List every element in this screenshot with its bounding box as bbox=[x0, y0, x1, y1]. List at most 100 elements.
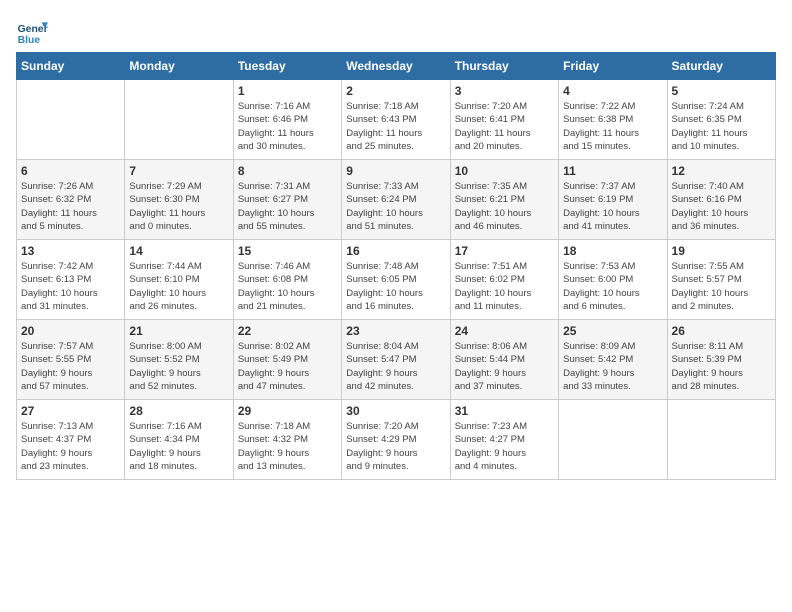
day-info: Sunrise: 7:55 AM Sunset: 5:57 PM Dayligh… bbox=[672, 260, 771, 313]
day-cell: 3 Sunrise: 7:20 AM Sunset: 6:41 PM Daylig… bbox=[450, 80, 558, 160]
day-number: 25 bbox=[563, 324, 662, 338]
day-info: Sunrise: 7:24 AM Sunset: 6:35 PM Dayligh… bbox=[672, 100, 771, 153]
day-number: 1 bbox=[238, 84, 337, 98]
day-number: 16 bbox=[346, 244, 445, 258]
page-header: General Blue bbox=[16, 16, 776, 48]
day-cell: 5 Sunrise: 7:24 AM Sunset: 6:35 PM Daylig… bbox=[667, 80, 775, 160]
week-row-5: 27Sunrise: 7:13 AM Sunset: 4:37 PM Dayli… bbox=[17, 400, 776, 480]
day-cell bbox=[667, 400, 775, 480]
day-header-monday: Monday bbox=[125, 53, 233, 80]
day-number: 3 bbox=[455, 84, 554, 98]
day-info: Sunrise: 8:06 AM Sunset: 5:44 PM Dayligh… bbox=[455, 340, 554, 393]
day-number: 21 bbox=[129, 324, 228, 338]
day-cell: 13 Sunrise: 7:42 AM Sunset: 6:13 PM Dayli… bbox=[17, 240, 125, 320]
svg-text:Blue: Blue bbox=[18, 35, 41, 46]
day-cell: 12Sunrise: 7:40 AM Sunset: 6:16 PM Dayli… bbox=[667, 160, 775, 240]
day-cell: 26 Sunrise: 8:11 AM Sunset: 5:39 PM Dayli… bbox=[667, 320, 775, 400]
day-cell: 6Sunrise: 7:26 AM Sunset: 6:32 PM Daylig… bbox=[17, 160, 125, 240]
day-header-tuesday: Tuesday bbox=[233, 53, 341, 80]
day-info: Sunrise: 7:16 AM Sunset: 6:46 PM Dayligh… bbox=[238, 100, 337, 153]
day-cell: 10Sunrise: 7:35 AM Sunset: 6:21 PM Dayli… bbox=[450, 160, 558, 240]
day-cell bbox=[17, 80, 125, 160]
day-cell: 4 Sunrise: 7:22 AM Sunset: 6:38 PM Daylig… bbox=[559, 80, 667, 160]
day-cell: 28 Sunrise: 7:16 AM Sunset: 4:34 PM Dayli… bbox=[125, 400, 233, 480]
day-cell: 27Sunrise: 7:13 AM Sunset: 4:37 PM Dayli… bbox=[17, 400, 125, 480]
day-number: 20 bbox=[21, 324, 120, 338]
day-number: 13 bbox=[21, 244, 120, 258]
day-cell: 24 Sunrise: 8:06 AM Sunset: 5:44 PM Dayli… bbox=[450, 320, 558, 400]
day-cell bbox=[559, 400, 667, 480]
day-info: Sunrise: 7:18 AM Sunset: 4:32 PM Dayligh… bbox=[238, 420, 337, 473]
day-cell: 23 Sunrise: 8:04 AM Sunset: 5:47 PM Dayli… bbox=[342, 320, 450, 400]
logo: General Blue bbox=[16, 16, 50, 48]
day-cell: 30 Sunrise: 7:20 AM Sunset: 4:29 PM Dayli… bbox=[342, 400, 450, 480]
day-number: 15 bbox=[238, 244, 337, 258]
day-cell: 15 Sunrise: 7:46 AM Sunset: 6:08 PM Dayli… bbox=[233, 240, 341, 320]
day-info: Sunrise: 8:00 AM Sunset: 5:52 PM Dayligh… bbox=[129, 340, 228, 393]
day-number: 31 bbox=[455, 404, 554, 418]
calendar-table: SundayMondayTuesdayWednesdayThursdayFrid… bbox=[16, 52, 776, 480]
day-info: Sunrise: 8:09 AM Sunset: 5:42 PM Dayligh… bbox=[563, 340, 662, 393]
day-number: 9 bbox=[346, 164, 445, 178]
day-number: 17 bbox=[455, 244, 554, 258]
day-cell: 29 Sunrise: 7:18 AM Sunset: 4:32 PM Dayli… bbox=[233, 400, 341, 480]
day-header-wednesday: Wednesday bbox=[342, 53, 450, 80]
day-info: Sunrise: 7:33 AM Sunset: 6:24 PM Dayligh… bbox=[346, 180, 445, 233]
day-cell bbox=[125, 80, 233, 160]
day-number: 12 bbox=[672, 164, 771, 178]
day-number: 23 bbox=[346, 324, 445, 338]
day-info: Sunrise: 7:26 AM Sunset: 6:32 PM Dayligh… bbox=[21, 180, 120, 233]
day-number: 22 bbox=[238, 324, 337, 338]
day-info: Sunrise: 7:44 AM Sunset: 6:10 PM Dayligh… bbox=[129, 260, 228, 313]
day-info: Sunrise: 7:42 AM Sunset: 6:13 PM Dayligh… bbox=[21, 260, 120, 313]
day-cell: 19 Sunrise: 7:55 AM Sunset: 5:57 PM Dayli… bbox=[667, 240, 775, 320]
day-info: Sunrise: 7:18 AM Sunset: 6:43 PM Dayligh… bbox=[346, 100, 445, 153]
day-info: Sunrise: 7:16 AM Sunset: 4:34 PM Dayligh… bbox=[129, 420, 228, 473]
day-number: 26 bbox=[672, 324, 771, 338]
day-info: Sunrise: 7:13 AM Sunset: 4:37 PM Dayligh… bbox=[21, 420, 120, 473]
day-number: 28 bbox=[129, 404, 228, 418]
day-number: 14 bbox=[129, 244, 228, 258]
day-cell: 8Sunrise: 7:31 AM Sunset: 6:27 PM Daylig… bbox=[233, 160, 341, 240]
day-number: 29 bbox=[238, 404, 337, 418]
calendar-header: SundayMondayTuesdayWednesdayThursdayFrid… bbox=[17, 53, 776, 80]
day-number: 2 bbox=[346, 84, 445, 98]
day-number: 24 bbox=[455, 324, 554, 338]
week-row-1: 1 Sunrise: 7:16 AM Sunset: 6:46 PM Daylig… bbox=[17, 80, 776, 160]
day-cell: 21 Sunrise: 8:00 AM Sunset: 5:52 PM Dayli… bbox=[125, 320, 233, 400]
day-info: Sunrise: 7:20 AM Sunset: 6:41 PM Dayligh… bbox=[455, 100, 554, 153]
day-cell: 17 Sunrise: 7:51 AM Sunset: 6:02 PM Dayli… bbox=[450, 240, 558, 320]
day-info: Sunrise: 7:37 AM Sunset: 6:19 PM Dayligh… bbox=[563, 180, 662, 233]
day-info: Sunrise: 8:04 AM Sunset: 5:47 PM Dayligh… bbox=[346, 340, 445, 393]
day-number: 10 bbox=[455, 164, 554, 178]
day-info: Sunrise: 7:22 AM Sunset: 6:38 PM Dayligh… bbox=[563, 100, 662, 153]
day-cell: 25 Sunrise: 8:09 AM Sunset: 5:42 PM Dayli… bbox=[559, 320, 667, 400]
day-number: 5 bbox=[672, 84, 771, 98]
day-number: 11 bbox=[563, 164, 662, 178]
week-row-3: 13 Sunrise: 7:42 AM Sunset: 6:13 PM Dayli… bbox=[17, 240, 776, 320]
day-cell: 14 Sunrise: 7:44 AM Sunset: 6:10 PM Dayli… bbox=[125, 240, 233, 320]
day-number: 8 bbox=[238, 164, 337, 178]
day-info: Sunrise: 7:20 AM Sunset: 4:29 PM Dayligh… bbox=[346, 420, 445, 473]
day-cell: 22 Sunrise: 8:02 AM Sunset: 5:49 PM Dayli… bbox=[233, 320, 341, 400]
day-number: 18 bbox=[563, 244, 662, 258]
day-cell: 31Sunrise: 7:23 AM Sunset: 4:27 PM Dayli… bbox=[450, 400, 558, 480]
day-number: 4 bbox=[563, 84, 662, 98]
week-row-4: 20Sunrise: 7:57 AM Sunset: 5:55 PM Dayli… bbox=[17, 320, 776, 400]
day-cell: 1 Sunrise: 7:16 AM Sunset: 6:46 PM Daylig… bbox=[233, 80, 341, 160]
day-number: 30 bbox=[346, 404, 445, 418]
day-info: Sunrise: 8:02 AM Sunset: 5:49 PM Dayligh… bbox=[238, 340, 337, 393]
day-header-sunday: Sunday bbox=[17, 53, 125, 80]
day-cell: 7Sunrise: 7:29 AM Sunset: 6:30 PM Daylig… bbox=[125, 160, 233, 240]
day-info: Sunrise: 7:51 AM Sunset: 6:02 PM Dayligh… bbox=[455, 260, 554, 313]
day-cell: 16 Sunrise: 7:48 AM Sunset: 6:05 PM Dayli… bbox=[342, 240, 450, 320]
day-number: 7 bbox=[129, 164, 228, 178]
day-info: Sunrise: 7:48 AM Sunset: 6:05 PM Dayligh… bbox=[346, 260, 445, 313]
day-info: Sunrise: 8:11 AM Sunset: 5:39 PM Dayligh… bbox=[672, 340, 771, 393]
day-number: 19 bbox=[672, 244, 771, 258]
day-header-thursday: Thursday bbox=[450, 53, 558, 80]
day-cell: 20Sunrise: 7:57 AM Sunset: 5:55 PM Dayli… bbox=[17, 320, 125, 400]
day-info: Sunrise: 7:46 AM Sunset: 6:08 PM Dayligh… bbox=[238, 260, 337, 313]
calendar-body: 1 Sunrise: 7:16 AM Sunset: 6:46 PM Daylig… bbox=[17, 80, 776, 480]
day-cell: 2 Sunrise: 7:18 AM Sunset: 6:43 PM Daylig… bbox=[342, 80, 450, 160]
